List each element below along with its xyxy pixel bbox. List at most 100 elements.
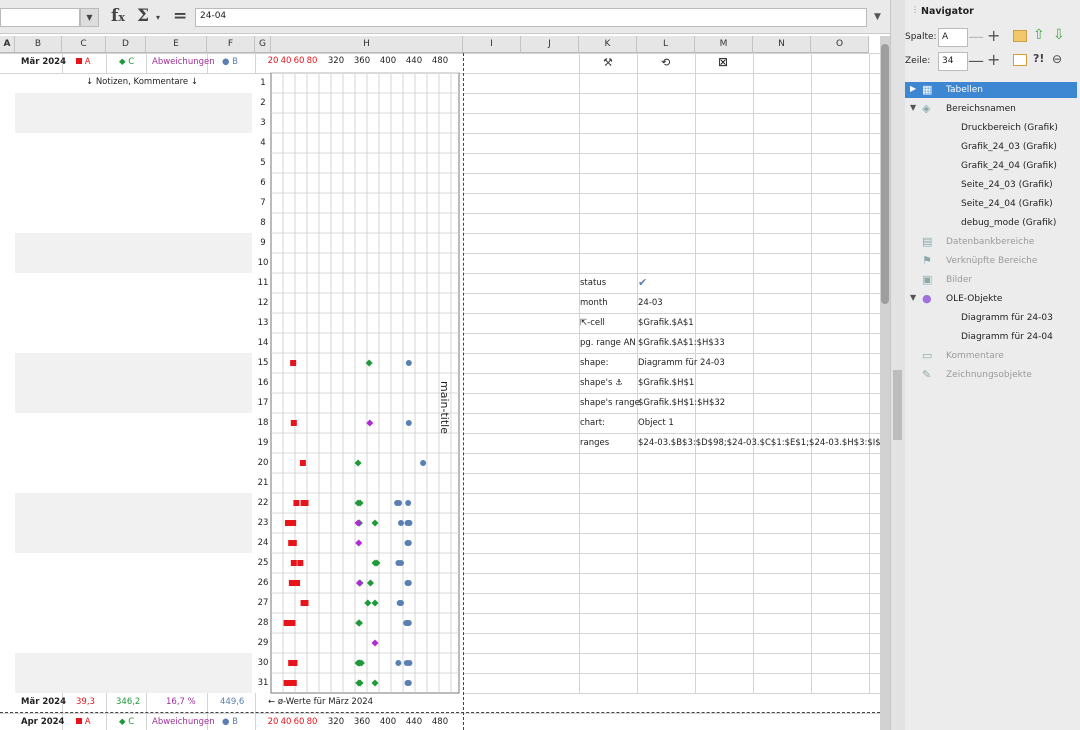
collapse-arrow-icon[interactable]: ▼ <box>910 293 916 302</box>
note-row[interactable] <box>15 673 252 693</box>
next-header-month[interactable]: Apr 2024 <box>21 717 64 727</box>
drag-mode-icon[interactable]: ?! <box>1033 52 1044 65</box>
navigator-item[interactable]: Diagramm für 24-03 <box>905 310 1077 326</box>
day-number[interactable]: 26 <box>255 578 271 588</box>
note-row[interactable] <box>15 513 252 533</box>
navigator-item[interactable]: ▼ ◈ Bereichsnamen <box>905 101 1077 117</box>
sidebar-splitter[interactable] <box>890 0 905 730</box>
header-deviations[interactable]: Abweichungen <box>152 57 215 67</box>
formula-icon[interactable]: = <box>173 6 187 26</box>
navigator-item[interactable]: Druckbereich (Grafik) <box>905 120 1077 136</box>
day-number[interactable]: 23 <box>255 518 271 528</box>
header-series-c[interactable]: ◆ C <box>119 57 134 67</box>
expand-arrow-icon[interactable]: ▶ <box>910 84 916 93</box>
summary-month[interactable]: Mär 2024 <box>21 697 66 707</box>
sum-icon[interactable]: Σ <box>137 6 149 26</box>
day-number[interactable]: 30 <box>255 658 271 668</box>
plus-icon[interactable]: + <box>987 52 1000 68</box>
day-number[interactable]: 31 <box>255 678 271 688</box>
info-key[interactable]: chart: <box>580 418 605 428</box>
info-key[interactable]: month <box>580 298 608 308</box>
next-header-series-c[interactable]: ◆ C <box>119 717 134 727</box>
navigator-item[interactable]: ▤ Datenbankbereiche <box>905 234 1077 250</box>
day-number[interactable]: 22 <box>255 498 271 508</box>
day-number[interactable]: 16 <box>255 378 271 388</box>
column-header-d[interactable]: D <box>106 36 146 53</box>
navigator-item[interactable]: Diagramm für 24-04 <box>905 329 1077 345</box>
day-number[interactable]: 4 <box>255 138 271 148</box>
column-header-a[interactable]: A <box>0 36 15 53</box>
note-row[interactable] <box>15 113 252 133</box>
day-number[interactable]: 1 <box>255 78 271 88</box>
tools-icon[interactable]: ⚒ <box>603 56 613 69</box>
day-number[interactable]: 19 <box>255 438 271 448</box>
note-row[interactable] <box>15 353 252 373</box>
day-number[interactable]: 20 <box>255 458 271 468</box>
day-number[interactable]: 27 <box>255 598 271 608</box>
note-row[interactable] <box>15 393 252 413</box>
column-header-m[interactable]: M <box>695 36 753 53</box>
note-row[interactable] <box>15 93 252 113</box>
arrow-up-icon[interactable]: ⇧ <box>1033 27 1045 43</box>
day-number[interactable]: 14 <box>255 338 271 348</box>
column-header-k[interactable]: K <box>579 36 637 53</box>
collapse-arrow-icon[interactable]: ▼ <box>910 103 916 112</box>
column-header-f[interactable]: F <box>207 36 255 53</box>
column-header-i[interactable]: I <box>463 36 521 53</box>
notes-label[interactable]: ↓ Notizen, Kommentare ↓ <box>86 77 198 87</box>
link-icon[interactable]: ⊖ <box>1052 52 1062 66</box>
navigator-item[interactable]: Seite_24_04 (Grafik) <box>905 196 1077 212</box>
day-number[interactable]: 5 <box>255 158 271 168</box>
info-key[interactable]: ⇱-cell <box>580 318 605 328</box>
column-header-g[interactable]: G <box>255 36 271 53</box>
day-number[interactable]: 12 <box>255 298 271 308</box>
summary-deviation[interactable]: 16,7 % <box>166 697 196 707</box>
row-input[interactable]: 34 <box>938 52 968 71</box>
next-header-series-a[interactable]: A <box>76 717 91 727</box>
note-row[interactable] <box>15 233 252 253</box>
info-value[interactable]: $24-03.$B$3:$D$98;$24-03.$C$1:$E$1;$24-0… <box>638 438 880 448</box>
day-number[interactable]: 25 <box>255 558 271 568</box>
summary-c[interactable]: 346,2 <box>116 697 140 707</box>
navigator-item[interactable]: ▼ ● OLE-Objekte <box>905 291 1077 307</box>
day-number[interactable]: 24 <box>255 538 271 548</box>
info-key[interactable]: shape's ⚓ <box>580 378 623 388</box>
info-key[interactable]: shape's range <box>580 398 640 408</box>
day-number[interactable]: 11 <box>255 278 271 288</box>
day-number[interactable]: 13 <box>255 318 271 328</box>
info-key[interactable]: ranges <box>580 438 609 448</box>
minus-icon[interactable]: — <box>968 29 984 45</box>
navigator-item[interactable]: Grafik_24_03 (Grafik) <box>905 139 1077 155</box>
function-wizard-icon[interactable]: fx <box>111 6 125 26</box>
header-series-a[interactable]: A <box>76 57 91 67</box>
drag-handle-icon[interactable]: ⋮ <box>911 5 919 14</box>
header-series-b[interactable]: ● B <box>222 57 238 67</box>
info-value[interactable]: $Grafik.$H$1 <box>638 378 694 388</box>
info-value[interactable]: Diagramm für 24-03 <box>638 358 725 368</box>
next-header-series-b[interactable]: ● B <box>222 717 238 727</box>
info-value[interactable]: $Grafik.$A$1:$H$33 <box>638 338 725 348</box>
info-value[interactable]: Object 1 <box>638 418 674 428</box>
name-box-dropdown-icon[interactable]: ▼ <box>80 8 99 27</box>
navigator-item[interactable]: ✎ Zeichnungsobjekte <box>905 367 1077 383</box>
summary-a[interactable]: 39,3 <box>76 697 95 707</box>
name-box[interactable] <box>0 8 80 27</box>
header-month[interactable]: Mär 2024 <box>21 57 66 67</box>
column-header-n[interactable]: N <box>753 36 811 53</box>
day-number[interactable]: 3 <box>255 118 271 128</box>
column-header-b[interactable]: B <box>15 36 62 53</box>
info-value[interactable]: ✔ <box>638 276 647 289</box>
column-input[interactable]: A <box>938 28 968 47</box>
arrow-down-icon[interactable]: ⇩ <box>1053 27 1065 43</box>
scenario-icon[interactable] <box>1013 54 1027 66</box>
day-number[interactable]: 9 <box>255 238 271 248</box>
collapse-handle[interactable] <box>893 370 902 440</box>
day-number[interactable]: 18 <box>255 418 271 428</box>
note-row[interactable] <box>15 373 252 393</box>
info-key[interactable]: status <box>580 278 606 288</box>
refresh-icon[interactable]: ⟲ <box>661 56 670 69</box>
day-number[interactable]: 29 <box>255 638 271 648</box>
info-key[interactable]: shape: <box>580 358 609 368</box>
day-number[interactable]: 15 <box>255 358 271 368</box>
next-header-deviations[interactable]: Abweichungen <box>152 717 215 727</box>
